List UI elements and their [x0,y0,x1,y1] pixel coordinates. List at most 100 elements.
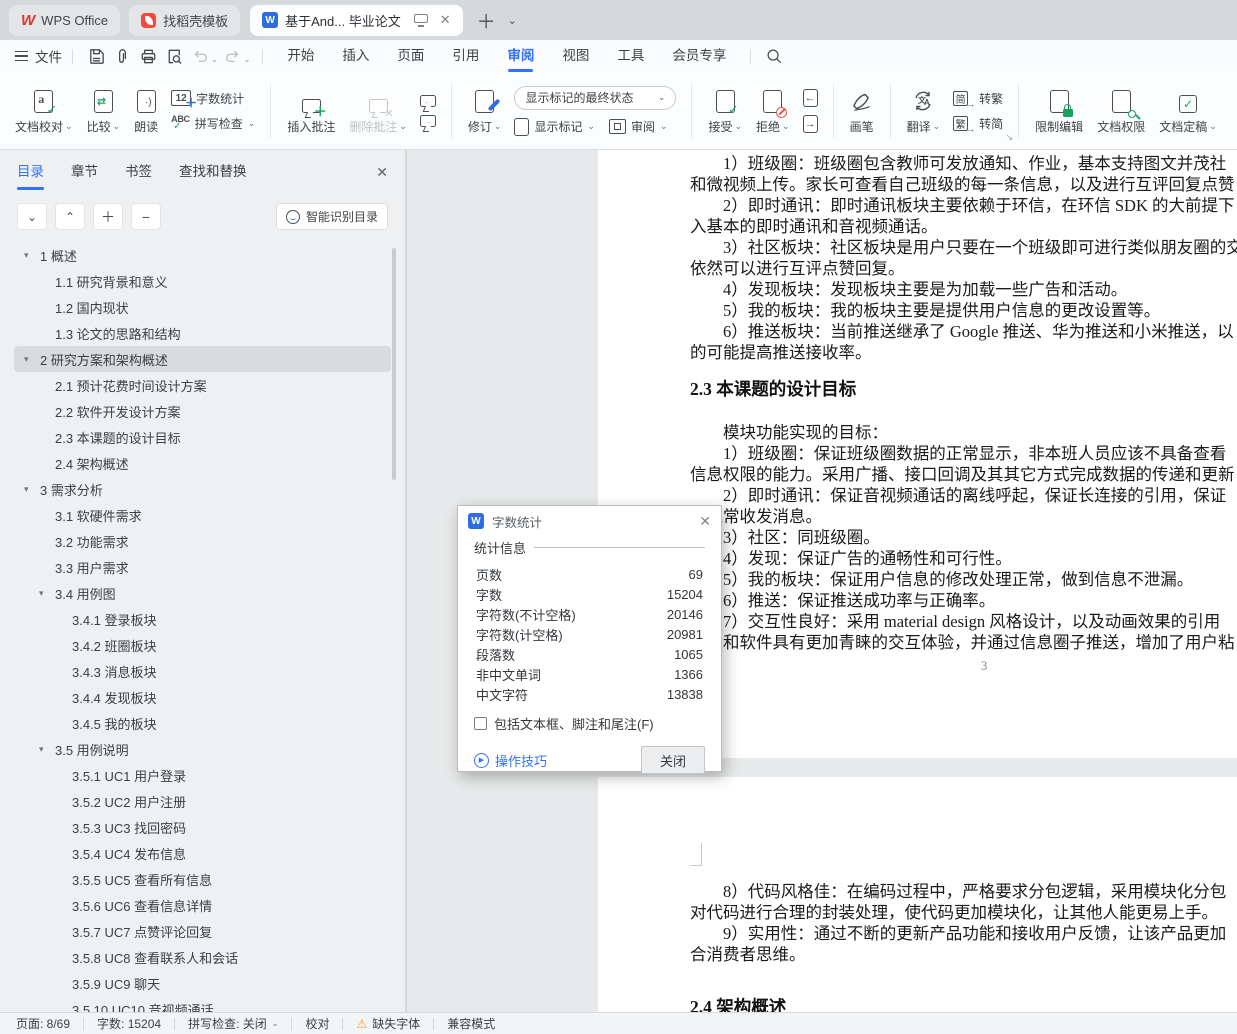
status-spellcheck[interactable]: 拼写检查: 关闭 [188,1015,267,1032]
outline-item[interactable]: 2.4 架构概述 [14,450,391,476]
menu-tab-审阅[interactable]: 审阅 [493,40,548,72]
print-button[interactable] [135,44,161,68]
outline-item[interactable]: ▾ 3.5 用例说明 [14,736,391,762]
outline-item[interactable]: 3.5.9 UC9 聊天 [14,970,391,996]
outline-item[interactable]: 3.4.1 登录板块 [14,606,391,632]
outline-item[interactable]: 3.5.8 UC8 查看联系人和会话 [14,944,391,970]
include-textboxes-checkbox[interactable]: 包括文本框、脚注和尾注(F) [474,714,705,733]
undo-caret-icon[interactable]: ⌄ [211,55,218,64]
save-button[interactable] [83,44,109,68]
smart-toc-button[interactable]: 智能识别目录 [275,203,388,230]
finalize-doc-button[interactable]: ✓ 文档定稿 ⌄ [1152,87,1224,135]
sidebar-tab-查找和替换[interactable]: 查找和替换 [179,150,247,194]
tab-document[interactable]: W 基于And... 毕业论文 ✕ [250,4,463,36]
word-count-button[interactable]: 12 ＋ 字数统计 [171,90,255,110]
print-preview-icon[interactable] [161,44,187,68]
menu-tab-开始[interactable]: 开始 [273,40,328,72]
spell-check-button[interactable]: ABC ✓ 拼写检查 ⌄ [171,115,255,132]
outline-item[interactable]: 3.5.3 UC3 找回密码 [14,814,391,840]
sidebar-tab-章节[interactable]: 章节 [71,150,98,194]
outline-item[interactable]: ▾ 3 需求分析 [14,476,391,502]
collapse-all-button[interactable]: ⌄ [17,203,47,230]
new-tab-button[interactable]: ＋ [477,7,496,34]
status-missing-font[interactable]: 缺失字体 [372,1015,420,1032]
read-aloud-button[interactable]: ·) 朗读 [127,87,165,135]
translate-button[interactable]: 文A 翻译 ⌄ [900,87,948,135]
outline-item[interactable]: 3.4.3 消息板块 [14,658,391,684]
close-tab-icon[interactable]: ✕ [440,12,451,28]
toolbar-more-caret-icon[interactable]: ⌄ [244,55,251,64]
zoom-out-outline-button[interactable]: − [131,203,161,230]
status-page-indicator[interactable]: 页面: 8/69 [16,1015,70,1032]
doc-permission-button[interactable]: 文档权限 [1090,87,1152,135]
outline-item[interactable]: 3.1 软硬件需求 [14,502,391,528]
outline-item[interactable]: 2.3 本课题的设计目标 [14,424,391,450]
collapse-arrow-icon[interactable]: ▾ [24,250,40,261]
insert-comment-button[interactable]: ＋ 插入批注 [280,87,342,135]
menu-tab-视图[interactable]: 视图 [548,40,603,72]
document-page-4[interactable]: 8）代码风格佳：在编码过程中，严格要求分包逻辑，采用模块化分包 对代码进行合理的封… [598,777,1237,1012]
compare-button[interactable]: ⇄ 比较 ⌄ [80,87,128,135]
outline-item[interactable]: 3.3 用户需求 [14,554,391,580]
outline-item[interactable]: 2.1 预计花费时间设计方案 [14,372,391,398]
outline-item[interactable]: 3.5.7 UC7 点赞评论回复 [14,918,391,944]
tab-wps-home[interactable]: W WPS Office [9,4,121,36]
collapse-arrow-icon[interactable]: ▾ [24,484,40,495]
next-comment-icon[interactable]: → [419,114,436,127]
outline-item[interactable]: 3.5.10 UC10 音视频通话 [14,996,391,1013]
outline-item[interactable]: 2.2 软件开发设计方案 [14,398,391,424]
outline-item[interactable]: 3.4.2 班圈板块 [14,632,391,658]
status-word-count[interactable]: 字数: 15204 [97,1015,161,1032]
close-button[interactable]: 关闭 [641,746,705,774]
menu-tab-会员专享[interactable]: 会员专享 [658,40,740,72]
share-to-screen-icon[interactable] [413,13,429,27]
checkbox-icon[interactable] [474,717,487,730]
redo-button[interactable] [220,44,246,68]
menu-tab-引用[interactable]: 引用 [438,40,493,72]
previous-change-icon[interactable]: ← [802,88,818,107]
next-change-icon[interactable]: → [802,114,818,133]
tab-docer-templates[interactable]: 找稻壳模板 [129,4,241,36]
outline-item[interactable]: 3.4.4 发现板块 [14,684,391,710]
outline-item[interactable]: 1.2 国内现状 [14,294,391,320]
outline-item[interactable]: 3.5.5 UC5 查看所有信息 [14,866,391,892]
spellcheck-caret-icon[interactable]: ⌄ [272,1019,279,1028]
outline-item[interactable]: ▾ 2 研究方案和架构概述 [14,346,391,372]
restrict-editing-button[interactable]: 限制编辑 [1028,87,1090,135]
pen-button[interactable]: 画笔 [843,87,881,135]
outline-item[interactable]: 3.5.6 UC6 查看信息详情 [14,892,391,918]
collapse-arrow-icon[interactable]: ▾ [39,744,55,755]
to-simplified-button[interactable]: 繁 → 转简 [953,115,1003,134]
sidebar-tab-目录[interactable]: 目录 [17,150,44,194]
dialog-titlebar[interactable]: W 字数统计 ✕ [458,506,721,536]
group-expander-icon[interactable]: ↘ [1006,132,1014,143]
outline-item[interactable]: 3.4.5 我的板块 [14,710,391,736]
outline-item[interactable]: 3.5.2 UC2 用户注册 [14,788,391,814]
collapse-arrow-icon[interactable]: ▾ [39,588,55,599]
status-compat-mode[interactable]: 兼容模式 [447,1015,495,1032]
outline-item[interactable]: 1.3 论文的思路和结构 [14,320,391,346]
collapse-arrow-icon[interactable]: ▾ [24,354,40,365]
status-proofread[interactable]: 校对 [305,1015,329,1032]
menu-tab-插入[interactable]: 插入 [328,40,383,72]
export-icon[interactable] [109,44,135,68]
close-dialog-icon[interactable]: ✕ [699,513,711,530]
search-icon[interactable] [761,44,787,68]
outline-item[interactable]: ▾ 1 概述 [14,242,391,268]
show-markup-button[interactable]: 显示标记 ⌄ [514,117,595,136]
reject-changes-button[interactable]: 拒绝 ⌄ [749,87,797,135]
doc-proofread-button[interactable]: a ✓ 文档校对 ⌄ [8,87,80,135]
to-traditional-button[interactable]: 简 → 转繁 [953,90,1003,109]
outline-item[interactable]: ▾ 3.4 用例图 [14,580,391,606]
tab-list-caret-icon[interactable]: ⌄ [508,14,517,27]
sidebar-scrollbar[interactable] [392,248,396,480]
close-sidebar-icon[interactable]: ✕ [376,164,388,181]
menu-tab-工具[interactable]: 工具 [603,40,658,72]
outline-item[interactable]: 3.5.1 UC1 用户登录 [14,762,391,788]
expand-all-button[interactable]: ⌃ [55,203,85,230]
zoom-in-outline-button[interactable]: ＋ [93,203,123,230]
outline-item[interactable]: 1.1 研究背景和意义 [14,268,391,294]
previous-comment-icon[interactable]: ← [419,94,436,107]
tips-link[interactable]: ▶ 操作技巧 [474,751,547,770]
undo-button[interactable] [187,44,213,68]
